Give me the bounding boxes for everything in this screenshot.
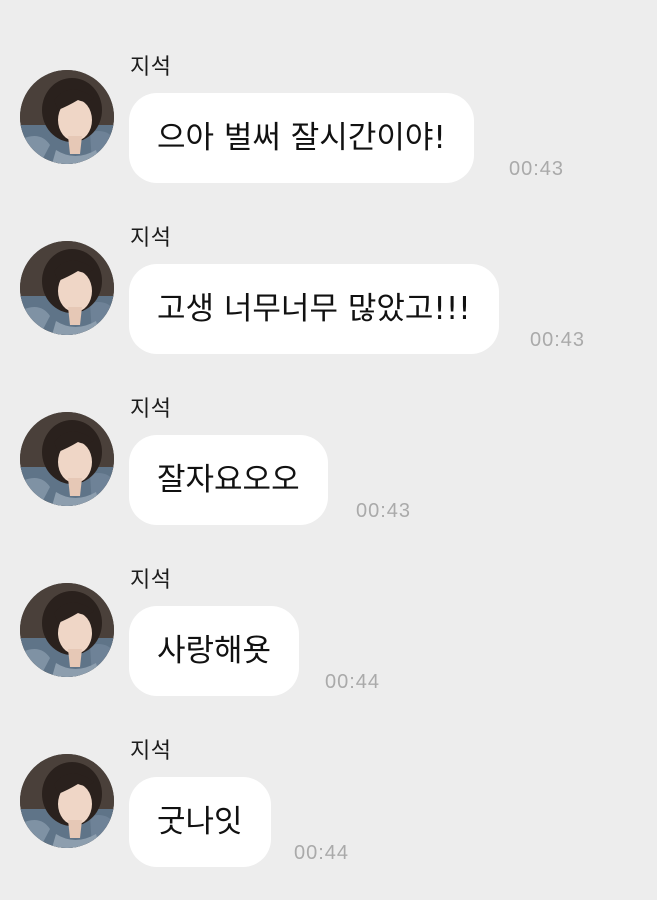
sender-name: 지석 [130,568,172,593]
avatar[interactable] [20,754,114,848]
message-bubble[interactable]: 으아 벌써 잘시간이야! [129,93,474,183]
avatar[interactable] [20,412,114,506]
message-timestamp: 00:44 [294,842,350,864]
sender-name: 지석 [130,397,172,422]
message-bubble[interactable]: 사랑해욧 [129,606,300,696]
message-timestamp: 00:43 [530,329,586,351]
chat-thread: 지석 으아 벌써 잘시간이야! 00:43 지석 고생 너무너무 많았고!!! … [0,0,657,900]
chat-message: 지석 으아 벌써 잘시간이야! 00:43 [0,55,657,205]
message-bubble[interactable]: 굿나잇 [129,777,271,867]
message-timestamp: 00:43 [356,500,412,522]
sender-name: 지석 [130,55,172,80]
message-bubble[interactable]: 잘자요오오 [129,435,328,525]
chat-message: 지석 사랑해욧 00:44 [0,568,657,718]
avatar[interactable] [20,70,114,164]
message-bubble[interactable]: 고생 너무너무 많았고!!! [129,264,499,354]
message-timestamp: 00:43 [509,158,565,180]
sender-name: 지석 [130,226,172,251]
avatar[interactable] [20,583,114,677]
sender-name: 지석 [130,739,172,764]
avatar[interactable] [20,241,114,335]
chat-message: 지석 고생 너무너무 많았고!!! 00:43 [0,226,657,376]
message-timestamp: 00:44 [325,671,381,693]
chat-message: 지석 굿나잇 00:44 [0,739,657,889]
chat-message: 지석 잘자요오오 00:43 [0,397,657,547]
